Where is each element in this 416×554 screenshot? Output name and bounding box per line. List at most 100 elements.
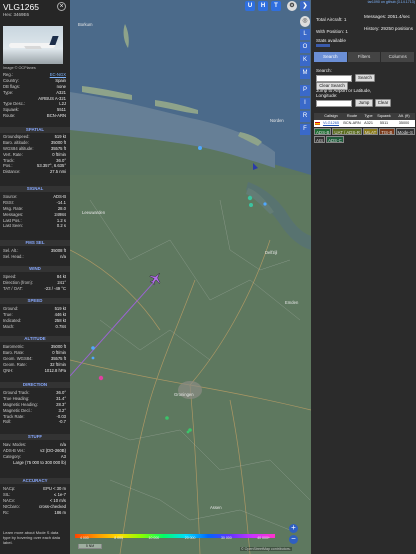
map-label-delfzijl: Delfzijl <box>265 250 278 255</box>
map-button-t[interactable]: T <box>271 1 281 11</box>
signal-rows: Source: ADS-B RSSI: -14.1 Msg. Rate: 28.0 Mess… <box>3 194 66 229</box>
search-input[interactable] <box>316 75 352 82</box>
aircraft-callsign: VLG1265 <box>3 2 39 12</box>
marker-dot[interactable] <box>165 416 169 420</box>
marker-dot[interactable] <box>263 202 267 206</box>
section-stuff: STUFF <box>0 434 70 440</box>
row-value: 27.5 nmi <box>49 169 66 175</box>
row-label: QNH: <box>3 367 14 373</box>
info-rows: Reg.: EC-NGX Country: Spain DB flags: none Typ… <box>3 72 66 119</box>
row-value: -23 / -49 °C <box>44 285 66 291</box>
info-row: Sel. Head.: n/a <box>3 254 66 260</box>
search-label: Search: <box>316 68 332 73</box>
column-header[interactable]: Squawk <box>375 113 393 120</box>
layers-icon[interactable]: ◎ <box>300 16 310 27</box>
stat-history: History: 29250 positions <box>364 26 414 31</box>
zoom-in-button[interactable]: + <box>289 524 298 533</box>
marker-dot[interactable] <box>186 430 190 434</box>
side-button-f[interactable]: F <box>300 124 310 135</box>
speed-rows: Ground: 519 kt True: 446 kt Indicated: 258 kt… <box>3 306 66 330</box>
marker-dot[interactable] <box>91 346 95 350</box>
map-label-leeuwarden: Leeuwarden <box>82 210 106 215</box>
side-button-r[interactable]: R <box>300 111 310 122</box>
row-value: -0.7 <box>58 419 66 425</box>
source-tag[interactable]: MLAT <box>362 128 379 135</box>
side-button-p[interactable]: P <box>300 85 310 96</box>
row-value: 186 m <box>54 509 66 515</box>
search-button[interactable]: Search <box>355 74 375 82</box>
map-label-norden: Norden <box>270 118 284 123</box>
map-button-h[interactable]: H <box>258 1 268 11</box>
tab-filters[interactable]: Filters <box>347 52 381 62</box>
marker-dot[interactable] <box>198 146 202 150</box>
table-row[interactable]: VLG1265 BCN-ARN A321 5511 35000 <box>314 120 415 127</box>
source-tag[interactable]: ADS-B <box>314 128 332 135</box>
direction-rows: Ground Track: 36.0° True Heading: 31.4° Magn… <box>3 390 66 425</box>
close-icon[interactable]: × <box>57 2 66 11</box>
legend-value: 40 000+ <box>257 536 270 540</box>
source-tag[interactable]: Mode-S <box>395 128 415 135</box>
settings-gear-icon[interactable]: ⚙ <box>287 1 297 11</box>
tab-columns[interactable]: Columns <box>381 52 415 62</box>
row-label: Mach: <box>3 323 15 329</box>
stuff-rows: Nav. Modes: n/a ADS-B Ver.: v2 (DO-260B) Cat… <box>3 442 66 466</box>
stat-total-aircraft: Total Aircraft: 1 <box>316 17 347 22</box>
collapse-panel-icon[interactable]: ❯ <box>300 1 310 11</box>
jump-button[interactable]: Jump <box>355 99 373 107</box>
version-link[interactable]: tar1090 on github (3.14.1713) <box>311 0 415 4</box>
cell-callsign[interactable]: VLG1265 <box>320 120 342 127</box>
column-header[interactable]: Callsign <box>320 113 342 120</box>
cell-route: BCN-ARN <box>343 121 361 125</box>
stat-with-position: With Position: 1 <box>316 29 348 34</box>
column-header[interactable]: Alt. (ft) <box>393 113 415 120</box>
column-header[interactable]: Type <box>362 113 375 120</box>
side-button-m[interactable]: M <box>300 68 310 79</box>
row-label: Route: <box>3 113 16 119</box>
cell-altitude: 35000 <box>398 121 410 125</box>
marker-dot[interactable] <box>247 195 253 201</box>
source-tag[interactable]: TIS-B <box>379 128 395 135</box>
source-tag[interactable]: ADS-C <box>326 136 344 143</box>
map-attribution[interactable]: © OpenStreetMap contributors. <box>240 547 292 551</box>
spatial-rows: Groundspeed: 519 kt Baro. altitude: 35000 f… <box>3 134 66 175</box>
row-label: Last Seen: <box>3 223 24 229</box>
jump-input[interactable] <box>316 100 352 107</box>
source-legend: ADS-B UAT / ADS-R MLAT TIS-B Mode-S AIS ADS-C <box>314 128 415 143</box>
marker-dot[interactable] <box>98 375 104 381</box>
accuracy-rows: NACp: EPU < 30 m SIL: ≤ 1e-7 NACv: < 10 m/s NI… <box>3 486 66 515</box>
info-row: Distance: 27.5 nmi <box>3 169 66 175</box>
row-value: Large (75 000 to 300 000 lb) <box>13 459 66 465</box>
map-canvas[interactable] <box>70 0 311 554</box>
info-row: Mach: 0.784 <box>3 324 66 330</box>
altitude-rows: Barometric: 35000 ft Baro. Rate: 0 ft/min Ge… <box>3 344 66 373</box>
side-button-i[interactable]: I <box>300 98 310 109</box>
side-button-k[interactable]: K <box>300 55 310 66</box>
source-tag[interactable]: AIS <box>314 136 326 143</box>
map-scale-bar: 5 NM <box>78 544 102 549</box>
aircraft-photo[interactable] <box>3 26 63 64</box>
source-tag[interactable]: UAT / ADS-R <box>332 128 362 135</box>
map-button-u[interactable]: U <box>245 1 255 11</box>
side-button-o[interactable]: O <box>300 42 310 53</box>
legend-value: 30 000 <box>220 536 232 540</box>
cell-squawk: 5511 <box>379 121 389 125</box>
marker-dot[interactable] <box>249 203 253 207</box>
info-row: Rc: 186 m <box>3 510 66 516</box>
map-view[interactable]: Borkum Groningen Leeuwarden Delfzijl Ass… <box>70 0 311 554</box>
section-wind: WIND <box>0 266 70 272</box>
legend-value: 20 000 <box>184 536 196 540</box>
map-label-emden: Emden <box>285 300 299 305</box>
legend-value: 4 000 <box>80 536 89 540</box>
zoom-out-button[interactable]: − <box>289 535 298 544</box>
info-row: Last Seen: 0.2 s <box>3 223 66 229</box>
marker-dot[interactable] <box>91 356 95 360</box>
column-header[interactable]: Route <box>342 113 362 120</box>
section-fms: FMS SEL <box>0 240 70 246</box>
legend-value: 10 000 <box>148 536 160 540</box>
row-value: 1012.8 hPa <box>44 367 66 373</box>
clear-jump-button[interactable]: Clear <box>375 99 391 107</box>
side-button-l[interactable]: L <box>300 29 310 40</box>
section-altitude: ALTITUDE <box>0 336 70 342</box>
stat-stats-available[interactable]: Stats available <box>316 38 346 43</box>
tab-search[interactable]: Search <box>314 52 347 62</box>
